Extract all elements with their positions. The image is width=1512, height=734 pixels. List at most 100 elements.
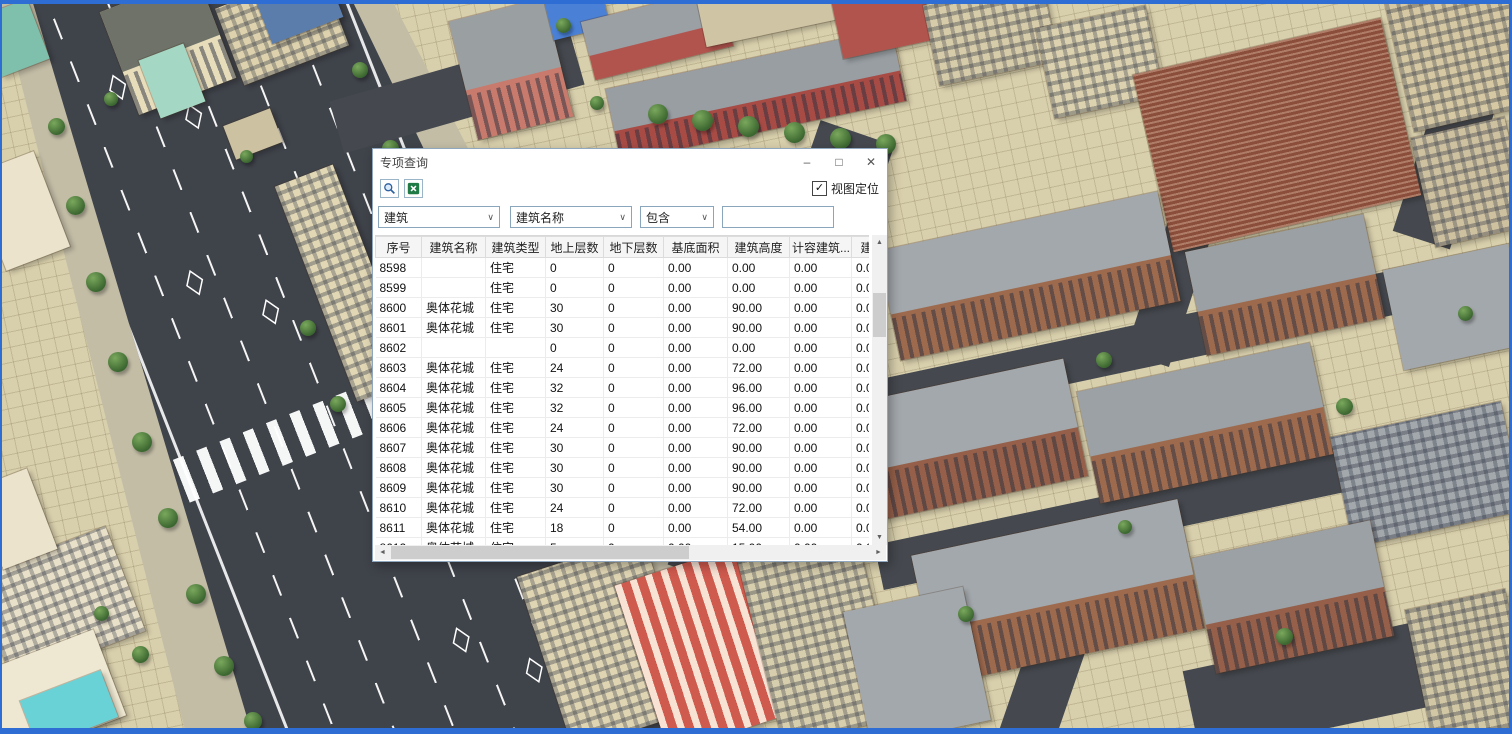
table-cell: 奥体花城 (422, 398, 486, 418)
tree (330, 396, 346, 412)
tree (240, 150, 253, 163)
table-cell: 8603 (376, 358, 422, 378)
table-cell: 0 (604, 338, 664, 358)
horizontal-scroll-thumb[interactable] (391, 546, 689, 559)
table-cell: 奥体花城 (422, 318, 486, 338)
table-cell: 奥体花城 (422, 418, 486, 438)
table-row[interactable]: 8609奥体花城住宅3000.0090.000.000.00 (376, 478, 870, 498)
column-header[interactable]: 序号 (376, 237, 422, 258)
filter-row: 建筑 ∨ 建筑名称 ∨ 包含 ∨ (373, 202, 887, 232)
dialog-titlebar[interactable]: 专项查询 – □ ✕ (373, 149, 887, 175)
window-frame-bottom (0, 728, 1512, 734)
table-cell: 32 (546, 378, 604, 398)
vertical-scroll-thumb[interactable] (873, 293, 886, 337)
table-row[interactable]: 8602000.000.000.000.00 (376, 338, 870, 358)
table-cell: 30 (546, 478, 604, 498)
excel-glyph (407, 182, 420, 195)
column-header[interactable]: 地上层数 (546, 237, 604, 258)
table-cell: 0 (546, 278, 604, 298)
magnifier-glyph (383, 182, 396, 195)
view-locate-label: 视图定位 (831, 180, 879, 197)
table-cell: 0 (546, 338, 604, 358)
table-cell: 8609 (376, 478, 422, 498)
tree (738, 116, 759, 137)
table-row[interactable]: 8604奥体花城住宅3200.0096.000.000.00 (376, 378, 870, 398)
table-row[interactable]: 8611奥体花城住宅1800.0054.000.000.00 (376, 518, 870, 538)
field-select[interactable]: 建筑名称 ∨ (510, 206, 632, 228)
table-cell: 18 (546, 518, 604, 538)
table-cell: 0.00 (852, 338, 870, 358)
view-locate-checkbox[interactable]: ✓ 视图定位 (812, 175, 879, 202)
window-frame-left (0, 0, 2, 734)
table-cell: 90.00 (728, 438, 790, 458)
close-button[interactable]: ✕ (855, 149, 887, 175)
table-cell: 0.00 (664, 398, 728, 418)
table-cell: 住宅 (486, 478, 546, 498)
maximize-button[interactable]: □ (823, 149, 855, 175)
table-row[interactable]: 8610奥体花城住宅2400.0072.000.000.00 (376, 498, 870, 518)
column-header[interactable]: 建筑类型 (486, 237, 546, 258)
column-header[interactable]: 建筑名称 (422, 237, 486, 258)
table-cell: 奥体花城 (422, 358, 486, 378)
table-cell: 0.00 (664, 378, 728, 398)
table-cell: 0.00 (790, 398, 852, 418)
table-cell: 8599 (376, 278, 422, 298)
table-cell: 0.00 (728, 338, 790, 358)
vertical-scrollbar[interactable]: ▲ ▼ (872, 235, 887, 545)
dialog-toolbar: ✓ 视图定位 (373, 175, 887, 202)
column-header[interactable]: 地下层数 (604, 237, 664, 258)
filter-value-input[interactable] (722, 206, 834, 228)
column-header[interactable]: 建筑高度 (728, 237, 790, 258)
3d-city-viewport[interactable]: ◇◇◇◇◇◇◇◇ 专项查询 – □ ✕ (0, 0, 1512, 734)
check-glyph: ✓ (815, 183, 824, 194)
table-row[interactable]: 8598住宅000.000.000.000.00 (376, 258, 870, 278)
tree (158, 508, 178, 528)
table-cell: 0.00 (852, 358, 870, 378)
table-cell: 96.00 (728, 398, 790, 418)
minimize-button[interactable]: – (791, 149, 823, 175)
column-header[interactable]: 计容建筑... (790, 237, 852, 258)
table-cell: 8605 (376, 398, 422, 418)
table-cell: 30 (546, 318, 604, 338)
table-cell: 0.00 (790, 438, 852, 458)
table-cell: 8611 (376, 518, 422, 538)
scroll-up-icon[interactable]: ▲ (872, 235, 887, 250)
table-row[interactable]: 8603奥体花城住宅2400.0072.000.000.00 (376, 358, 870, 378)
table-row[interactable]: 8605奥体花城住宅3200.0096.000.000.00 (376, 398, 870, 418)
table-row[interactable]: 8608奥体花城住宅3000.0090.000.000.00 (376, 458, 870, 478)
column-header[interactable]: 建 (852, 237, 870, 258)
table-row[interactable]: 8601奥体花城住宅3000.0090.000.000.00 (376, 318, 870, 338)
category-select[interactable]: 建筑 ∨ (378, 206, 500, 228)
table-cell: 8610 (376, 498, 422, 518)
table-cell (486, 338, 546, 358)
table-cell: 0 (604, 398, 664, 418)
scroll-left-icon[interactable]: ◄ (375, 545, 390, 560)
table-cell: 0.00 (790, 518, 852, 538)
scroll-right-icon[interactable]: ► (871, 545, 886, 560)
table-cell: 住宅 (486, 498, 546, 518)
table-row[interactable]: 8606奥体花城住宅2400.0072.000.000.00 (376, 418, 870, 438)
table-cell: 8602 (376, 338, 422, 358)
table-cell: 住宅 (486, 438, 546, 458)
search-icon[interactable] (380, 179, 399, 198)
table-cell: 奥体花城 (422, 498, 486, 518)
table-row[interactable]: 8607奥体花城住宅3000.0090.000.000.00 (376, 438, 870, 458)
table-row[interactable]: 8600奥体花城住宅3000.0090.000.000.00 (376, 298, 870, 318)
table-cell (422, 258, 486, 278)
horizontal-scrollbar[interactable]: ◄ ► (375, 545, 886, 560)
table-row[interactable]: 8599住宅000.000.000.000.00 (376, 278, 870, 298)
checkbox-icon: ✓ (812, 181, 827, 196)
excel-export-icon[interactable] (404, 179, 423, 198)
table-cell: 0.00 (790, 378, 852, 398)
column-header[interactable]: 基底面积 (664, 237, 728, 258)
table-cell: 8598 (376, 258, 422, 278)
scroll-down-icon[interactable]: ▼ (872, 530, 887, 545)
table-cell: 24 (546, 418, 604, 438)
tree (1276, 628, 1293, 645)
table-cell: 0.00 (790, 498, 852, 518)
table-cell: 54.00 (728, 518, 790, 538)
operator-select[interactable]: 包含 ∨ (640, 206, 714, 228)
tree (66, 196, 85, 215)
table-cell: 0.00 (664, 318, 728, 338)
table-cell: 8600 (376, 298, 422, 318)
